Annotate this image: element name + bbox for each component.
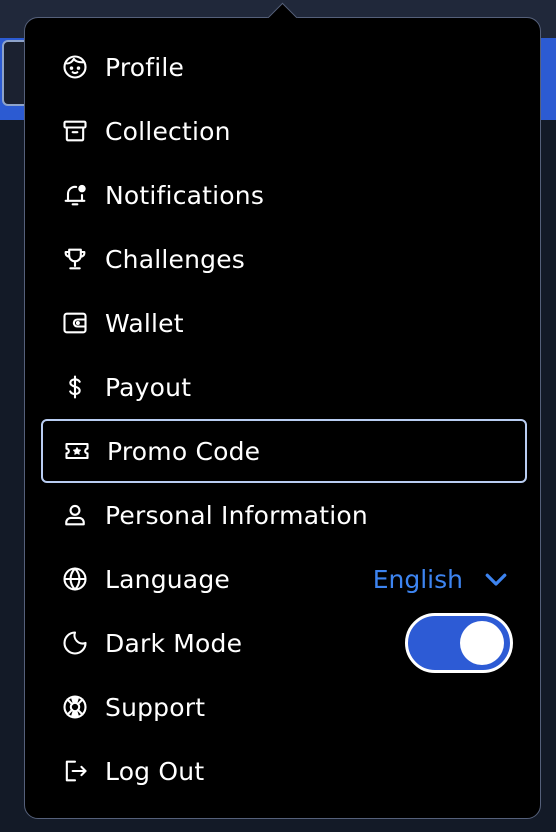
menu-item-collection[interactable]: Collection	[41, 99, 527, 163]
wallet-icon	[57, 305, 93, 341]
menu-item-notifications[interactable]: Notifications	[41, 163, 527, 227]
menu-item-challenges[interactable]: Challenges	[41, 227, 527, 291]
face-icon	[57, 49, 93, 85]
menu-item-payout[interactable]: Payout	[41, 355, 527, 419]
dollar-icon	[57, 369, 93, 405]
menu-item-label: Dark Mode	[105, 628, 243, 658]
language-select[interactable]: English	[373, 564, 511, 594]
moon-icon	[57, 625, 93, 661]
menu-item-label: Support	[105, 692, 206, 722]
menu-item-label: Language	[105, 564, 230, 594]
menu-item-label: Collection	[105, 116, 231, 146]
dark-mode-toggle[interactable]	[405, 613, 513, 673]
trophy-icon	[57, 241, 93, 277]
user-icon	[57, 497, 93, 533]
menu-item-label: Notifications	[105, 180, 265, 210]
lifebuoy-icon	[57, 689, 93, 725]
globe-icon	[57, 561, 93, 597]
menu-item-wallet[interactable]: Wallet	[41, 291, 527, 355]
menu-item-language[interactable]: Language English	[41, 547, 527, 611]
menu-item-label: Challenges	[105, 244, 246, 274]
chevron-down-icon	[485, 573, 507, 586]
menu-item-label: Wallet	[105, 308, 184, 338]
bell-icon	[57, 177, 93, 213]
menu-item-promo-code[interactable]: Promo Code	[41, 419, 527, 483]
menu-item-label: Profile	[105, 52, 185, 82]
menu-item-log-out[interactable]: Log Out	[41, 739, 527, 803]
menu-item-support[interactable]: Support	[41, 675, 527, 739]
menu-item-profile[interactable]: Profile	[41, 35, 527, 99]
menu-item-dark-mode[interactable]: Dark Mode	[41, 611, 527, 675]
menu-item-label: Log Out	[105, 756, 205, 786]
account-dropdown-menu: Profile Collection Notifications Challen…	[24, 17, 541, 819]
menu-item-label: Personal Information	[105, 500, 368, 530]
language-selected-value: English	[372, 564, 463, 594]
menu-item-label: Promo Code	[107, 436, 261, 466]
toggle-knob	[460, 621, 504, 665]
menu-item-personal-information[interactable]: Personal Information	[41, 483, 527, 547]
ticket-icon	[59, 433, 95, 469]
logout-icon	[57, 753, 93, 789]
archive-icon	[57, 113, 93, 149]
menu-item-label: Payout	[105, 372, 192, 402]
